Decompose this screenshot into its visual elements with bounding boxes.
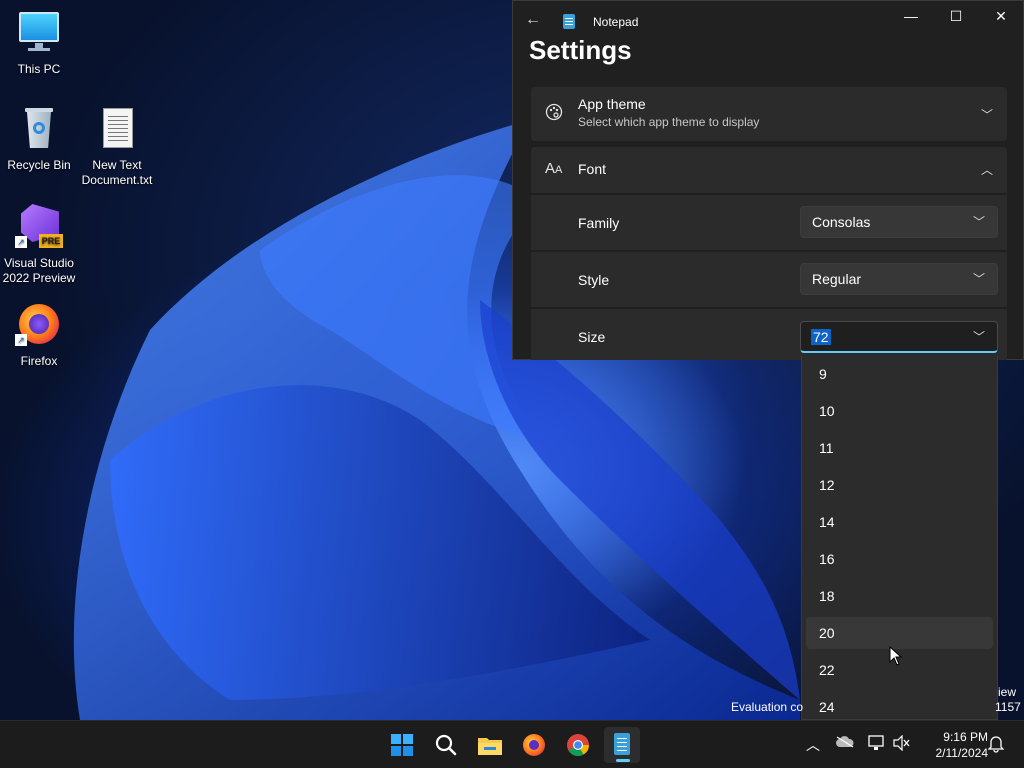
chevron-down-icon: ﹀ <box>972 215 985 229</box>
font-card-header[interactable]: AA Font ︿ <box>531 147 1007 193</box>
desktop-icon-label: Visual Studio 2022 Preview <box>2 256 76 285</box>
search-icon <box>435 734 457 756</box>
preview-badge: PRE <box>39 234 63 248</box>
size-option[interactable]: 9 <box>806 358 993 390</box>
maximize-button[interactable]: ☐ <box>933 1 979 33</box>
notepad-app-icon <box>563 14 575 29</box>
chrome-icon <box>567 734 589 756</box>
start-button[interactable] <box>384 727 420 763</box>
clock-time: 9:16 PM <box>943 730 988 744</box>
font-size-options-list: 9 10 11 12 14 16 18 20 22 24 <box>801 356 998 720</box>
folder-icon <box>478 738 502 755</box>
font-family-label: Family <box>578 215 620 231</box>
notepad-icon <box>614 733 630 755</box>
search-button[interactable] <box>428 727 464 763</box>
chevron-down-icon[interactable]: ﹀ <box>973 328 985 345</box>
visual-studio-icon: PRE ↗ <box>15 204 63 252</box>
font-family-value: Consolas <box>812 214 871 230</box>
font-size-input[interactable]: 72 <box>811 329 831 345</box>
app-theme-card[interactable]: App theme Select which app theme to disp… <box>531 87 1007 141</box>
font-family-dropdown[interactable]: Consolas ﹀ <box>800 206 998 238</box>
palette-icon <box>545 103 563 126</box>
chevron-down-icon: ﹀ <box>972 272 985 286</box>
desktop-icon-recycle-bin[interactable]: Recycle Bin <box>1 106 77 173</box>
size-option-hovered[interactable]: 20 <box>806 617 993 649</box>
app-theme-label: App theme <box>578 96 646 112</box>
size-option[interactable]: 10 <box>806 395 993 427</box>
desktop-icon-label: Firefox <box>20 354 58 368</box>
active-indicator <box>616 759 630 762</box>
notepad-taskbar-button[interactable] <box>604 727 640 763</box>
text-file-icon <box>93 106 141 154</box>
chrome-taskbar-button[interactable] <box>560 727 596 763</box>
size-option[interactable]: 24 <box>806 691 993 719</box>
firefox-icon: ↗ <box>15 302 63 350</box>
size-option[interactable]: 11 <box>806 432 993 464</box>
size-option[interactable]: 18 <box>806 580 993 612</box>
desktop-icon-visual-studio[interactable]: PRE ↗ Visual Studio 2022 Preview <box>1 204 77 286</box>
show-hidden-icons-chevron-icon[interactable]: ︿ <box>806 735 820 755</box>
chevron-down-icon: ﹀ <box>980 108 993 122</box>
windows-logo-icon <box>391 734 413 756</box>
mouse-cursor-icon <box>889 646 903 666</box>
font-size-row: Size 72 ﹀ <box>531 308 1007 360</box>
volume-muted-icon[interactable] <box>893 734 911 754</box>
font-style-dropdown[interactable]: Regular ﹀ <box>800 263 998 295</box>
desktop-icon-this-pc[interactable]: This PC <box>1 10 77 77</box>
font-label: Font <box>578 161 607 177</box>
recycle-bin-icon <box>15 106 63 154</box>
size-option[interactable]: 14 <box>806 506 993 538</box>
desktop-icon-label: New Text Document.txt <box>81 158 153 187</box>
size-option[interactable]: 12 <box>806 469 993 501</box>
watermark-text: 1157 <box>995 700 1021 714</box>
desktop-icon-label: This PC <box>17 62 61 76</box>
shortcut-arrow-icon: ↗ <box>15 236 27 248</box>
firefox-taskbar-button[interactable] <box>516 727 552 763</box>
font-size-label: Size <box>578 329 606 345</box>
close-button[interactable]: ✕ <box>978 1 1024 33</box>
watermark-text: iew <box>998 685 1017 699</box>
desktop-icon-firefox[interactable]: ↗ Firefox <box>1 302 77 369</box>
font-family-row: Family Consolas ﹀ <box>531 194 1007 250</box>
notepad-window: ← Notepad — ☐ ✕ Settings App theme Selec… <box>512 0 1024 360</box>
onedrive-cloud-icon[interactable] <box>836 735 854 751</box>
network-icon[interactable] <box>868 735 886 754</box>
font-style-row: Style Regular ﹀ <box>531 251 1007 307</box>
monitor-icon <box>15 10 63 58</box>
chevron-up-icon: ︿ <box>980 163 993 177</box>
font-size-combobox[interactable]: 72 ﹀ <box>800 321 998 353</box>
font-style-value: Regular <box>812 271 862 287</box>
window-title: Notepad <box>593 15 639 29</box>
watermark-text: Evaluation co <box>731 700 804 714</box>
notification-bell-icon[interactable] <box>987 735 1005 756</box>
back-arrow-icon[interactable]: ← <box>525 11 543 31</box>
font-style-label: Style <box>578 272 610 288</box>
font-icon: AA <box>545 160 563 177</box>
taskbar: ︿ 9:16 PM 2/11/2024 <box>0 720 1024 768</box>
page-title: Settings <box>529 35 632 65</box>
size-option[interactable]: 16 <box>806 543 993 575</box>
desktop-icon-label: Recycle Bin <box>7 158 71 172</box>
desktop-icon-new-text-document[interactable]: New Text Document.txt <box>79 106 155 188</box>
file-explorer-button[interactable] <box>472 727 508 763</box>
clock-date: 2/11/2024 <box>935 746 989 760</box>
minimize-button[interactable]: — <box>888 1 934 33</box>
app-theme-description: Select which app theme to display <box>578 115 760 129</box>
system-clock[interactable]: 9:16 PM 2/11/2024 <box>920 729 989 761</box>
shortcut-arrow-icon: ↗ <box>15 334 27 346</box>
